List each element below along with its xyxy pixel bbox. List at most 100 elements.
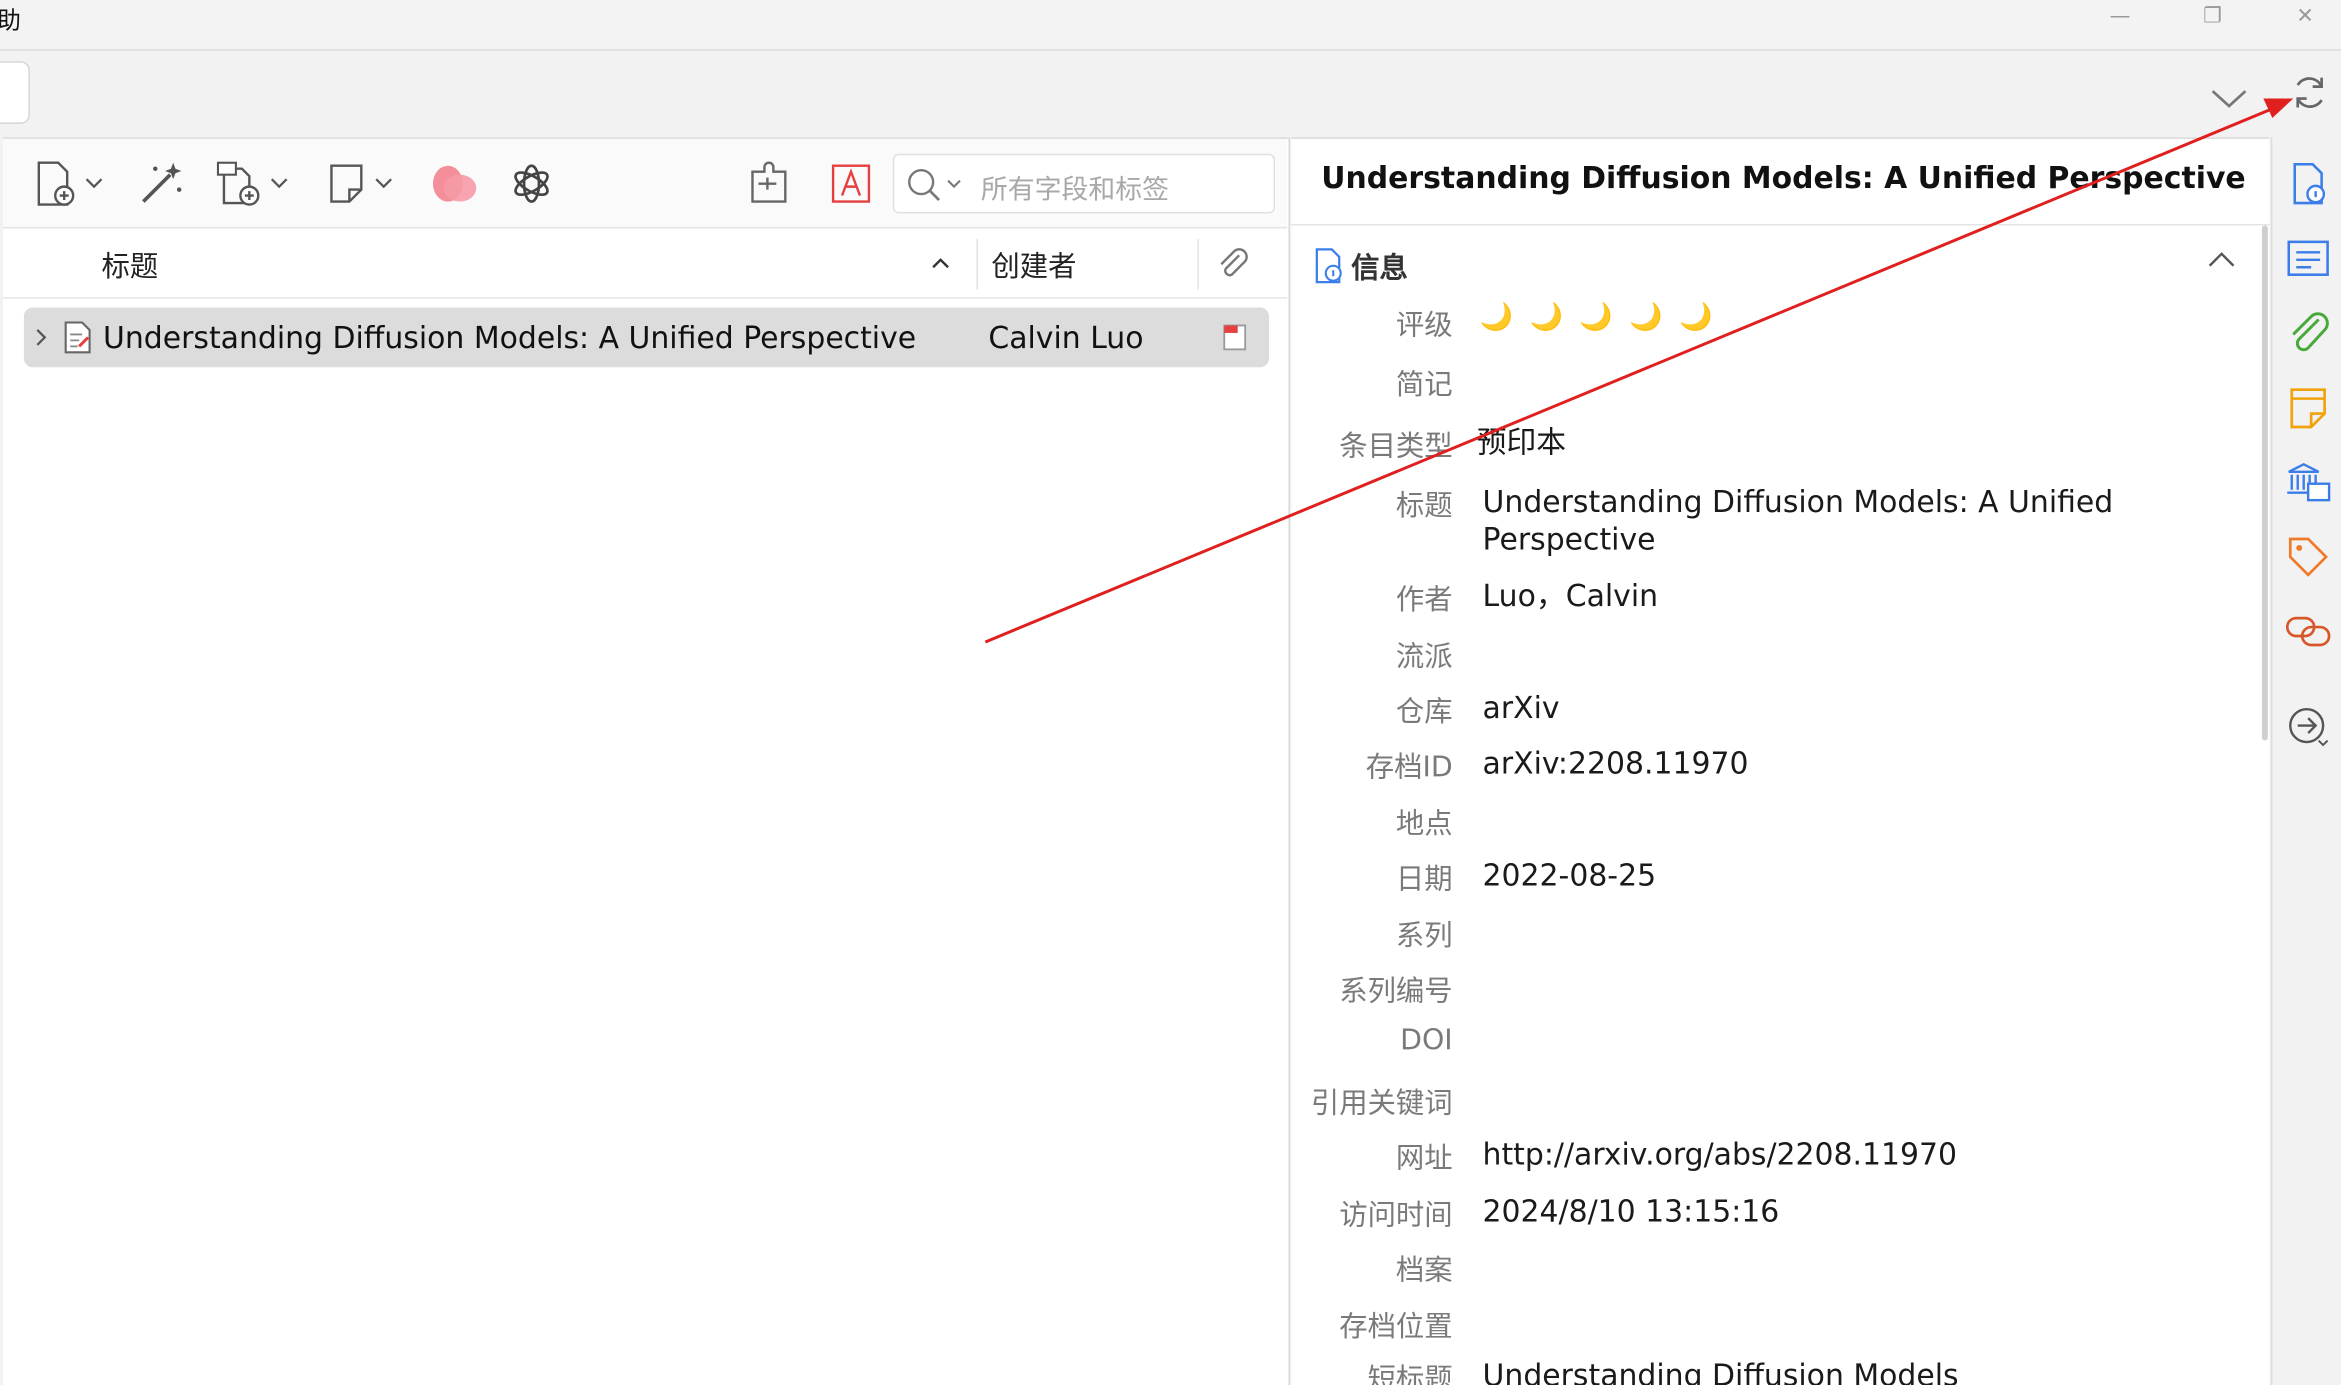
moon-star-icon[interactable]: 🌙 xyxy=(1529,302,1562,333)
rating-stars[interactable]: 🌙 🌙 🌙 🌙 🌙 xyxy=(1480,302,1713,333)
restore-icon: ❐ xyxy=(2203,4,2223,29)
restore-button[interactable]: ❐ xyxy=(2180,0,2246,33)
chevron-up-icon[interactable] xyxy=(2205,249,2238,270)
item-pane-sidenav xyxy=(2270,137,2341,1385)
chevron-right-icon[interactable] xyxy=(33,325,51,349)
tag-icon xyxy=(2288,537,2328,577)
preprint-icon xyxy=(64,321,91,354)
column-creator-header[interactable]: 创建者 xyxy=(991,245,1076,285)
nav-notes-button[interactable] xyxy=(2283,382,2334,433)
libraries-collections-icon xyxy=(2287,462,2331,502)
close-button[interactable]: ✕ xyxy=(2272,0,2338,33)
petal-icon xyxy=(432,165,477,202)
sync-icon xyxy=(2296,77,2323,108)
library-tab[interactable] xyxy=(0,61,30,124)
nav-info-button[interactable] xyxy=(2283,158,2334,209)
table-row[interactable]: Understanding Diffusion Models: A Unifie… xyxy=(23,307,1270,368)
openai-icon xyxy=(514,164,549,203)
field-label: 网址 xyxy=(1395,1142,1453,1175)
moon-star-icon[interactable]: 🌙 xyxy=(1480,302,1513,333)
item-creator: Calvin Luo xyxy=(988,319,1144,356)
tab-list-chevron[interactable] xyxy=(2207,75,2252,120)
abstract-icon xyxy=(2287,240,2329,276)
letter-a-icon xyxy=(831,164,871,203)
search-icon xyxy=(908,169,961,202)
field-label: 仓库 xyxy=(1395,695,1453,729)
sync-button[interactable] xyxy=(2281,64,2338,121)
search-placeholder: 所有字段和标签 xyxy=(980,174,1170,207)
column-separator[interactable] xyxy=(976,238,978,290)
items-pane: 所有字段和标签 标题 创建者 Understanding Diffusion M… xyxy=(2,137,1290,1385)
item-pane-header: Understanding Diffusion Models: A Unifie… xyxy=(1291,139,2270,226)
nav-attachments-button[interactable] xyxy=(2283,308,2334,359)
title-value[interactable]: Understanding Diffusion Models: A Unifie… xyxy=(1483,484,2140,559)
info-section-header[interactable]: 信息 xyxy=(1312,243,2253,291)
gpt-plugin-button[interactable] xyxy=(505,157,559,211)
item-pane: Understanding Diffusion Models: A Unifie… xyxy=(1291,137,2270,1385)
nav-locate-button[interactable] xyxy=(2283,702,2334,753)
repository-value[interactable]: arXiv xyxy=(1483,690,2140,727)
field-label: 日期 xyxy=(1395,862,1453,896)
plugin-puzzle-button[interactable] xyxy=(744,157,798,211)
item-title: Understanding Diffusion Models: A Unifie… xyxy=(103,319,917,356)
chevron-down-icon xyxy=(2211,90,2247,108)
title-bar: 助 — ❐ ✕ xyxy=(0,0,2341,51)
nav-tags-button[interactable] xyxy=(2283,532,2334,583)
new-item-button[interactable] xyxy=(33,157,111,211)
locate-arrow-icon xyxy=(2289,707,2329,747)
column-title-header[interactable]: 标题 xyxy=(102,245,159,285)
moon-star-icon[interactable]: 🌙 xyxy=(1579,302,1612,333)
close-icon: ✕ xyxy=(2296,4,2314,29)
note-icon xyxy=(330,164,392,203)
sort-ascending-icon xyxy=(932,258,949,269)
date-value[interactable]: 2022-08-25 xyxy=(1483,857,2140,894)
accessed-value[interactable]: 2024/8/10 13:15:16 xyxy=(1483,1193,2140,1230)
url-value[interactable]: http://arxiv.org/abs/2208.11970 xyxy=(1483,1136,2140,1173)
info-section-label: 信息 xyxy=(1351,252,1408,286)
search-box[interactable]: 所有字段和标签 xyxy=(892,153,1276,214)
add-attachment-button[interactable] xyxy=(215,157,296,211)
short-title-value[interactable]: Understanding Diffusion Models xyxy=(1483,1357,2140,1385)
info-document-icon xyxy=(1315,248,1342,284)
new-item-icon xyxy=(37,161,103,206)
moon-star-icon[interactable]: 🌙 xyxy=(1629,302,1662,333)
archive-id-value[interactable]: arXiv:2208.11970 xyxy=(1483,745,2140,782)
item-pane-title: Understanding Diffusion Models: A Unifie… xyxy=(1321,159,2246,196)
pdf-attachment-icon[interactable] xyxy=(1220,322,1250,352)
field-label: 作者 xyxy=(1395,583,1453,617)
item-type-value[interactable]: 预印本 xyxy=(1477,424,2134,461)
field-label: 简记 xyxy=(1395,368,1453,402)
column-separator[interactable] xyxy=(1197,238,1199,290)
field-label: 评级 xyxy=(1395,309,1453,342)
minimize-button[interactable]: — xyxy=(2087,0,2153,33)
minimize-icon: — xyxy=(2109,4,2131,29)
add-by-identifier-button[interactable] xyxy=(134,157,188,211)
tab-strip xyxy=(0,52,2270,136)
plugin-petal-button[interactable] xyxy=(427,157,481,211)
field-label: 条目类型 xyxy=(1339,429,1453,463)
item-pane-scrollbar[interactable] xyxy=(2261,225,2268,741)
nav-abstract-button[interactable] xyxy=(2283,233,2334,284)
field-label: 标题 xyxy=(1395,489,1453,523)
menu-fragment[interactable]: 助 xyxy=(0,0,21,36)
magic-wand-icon xyxy=(142,162,182,203)
translate-plugin-button[interactable] xyxy=(827,157,875,211)
note-icon xyxy=(2290,388,2326,429)
link-icon xyxy=(2285,616,2331,647)
field-label: 引用关键词 xyxy=(1310,1086,1453,1120)
field-label: 存档位置 xyxy=(1339,1310,1453,1344)
field-label: 系列 xyxy=(1395,919,1453,953)
field-label: 流派 xyxy=(1395,640,1453,674)
field-label: 系列编号 xyxy=(1339,974,1453,1008)
add-attachment-icon xyxy=(216,161,288,206)
nav-related-button[interactable] xyxy=(2283,606,2334,657)
field-label: 地点 xyxy=(1395,807,1453,841)
items-toolbar: 所有字段和标签 xyxy=(2,138,1287,229)
author-value[interactable]: Luo，Calvin xyxy=(1483,578,2140,615)
moon-star-icon[interactable]: 🌙 xyxy=(1679,302,1712,333)
info-document-icon xyxy=(2293,162,2326,205)
new-note-button[interactable] xyxy=(325,157,400,211)
column-headers: 标题 创建者 xyxy=(2,229,1287,299)
nav-libraries-button[interactable] xyxy=(2283,457,2334,508)
paperclip-icon[interactable] xyxy=(1215,246,1251,282)
